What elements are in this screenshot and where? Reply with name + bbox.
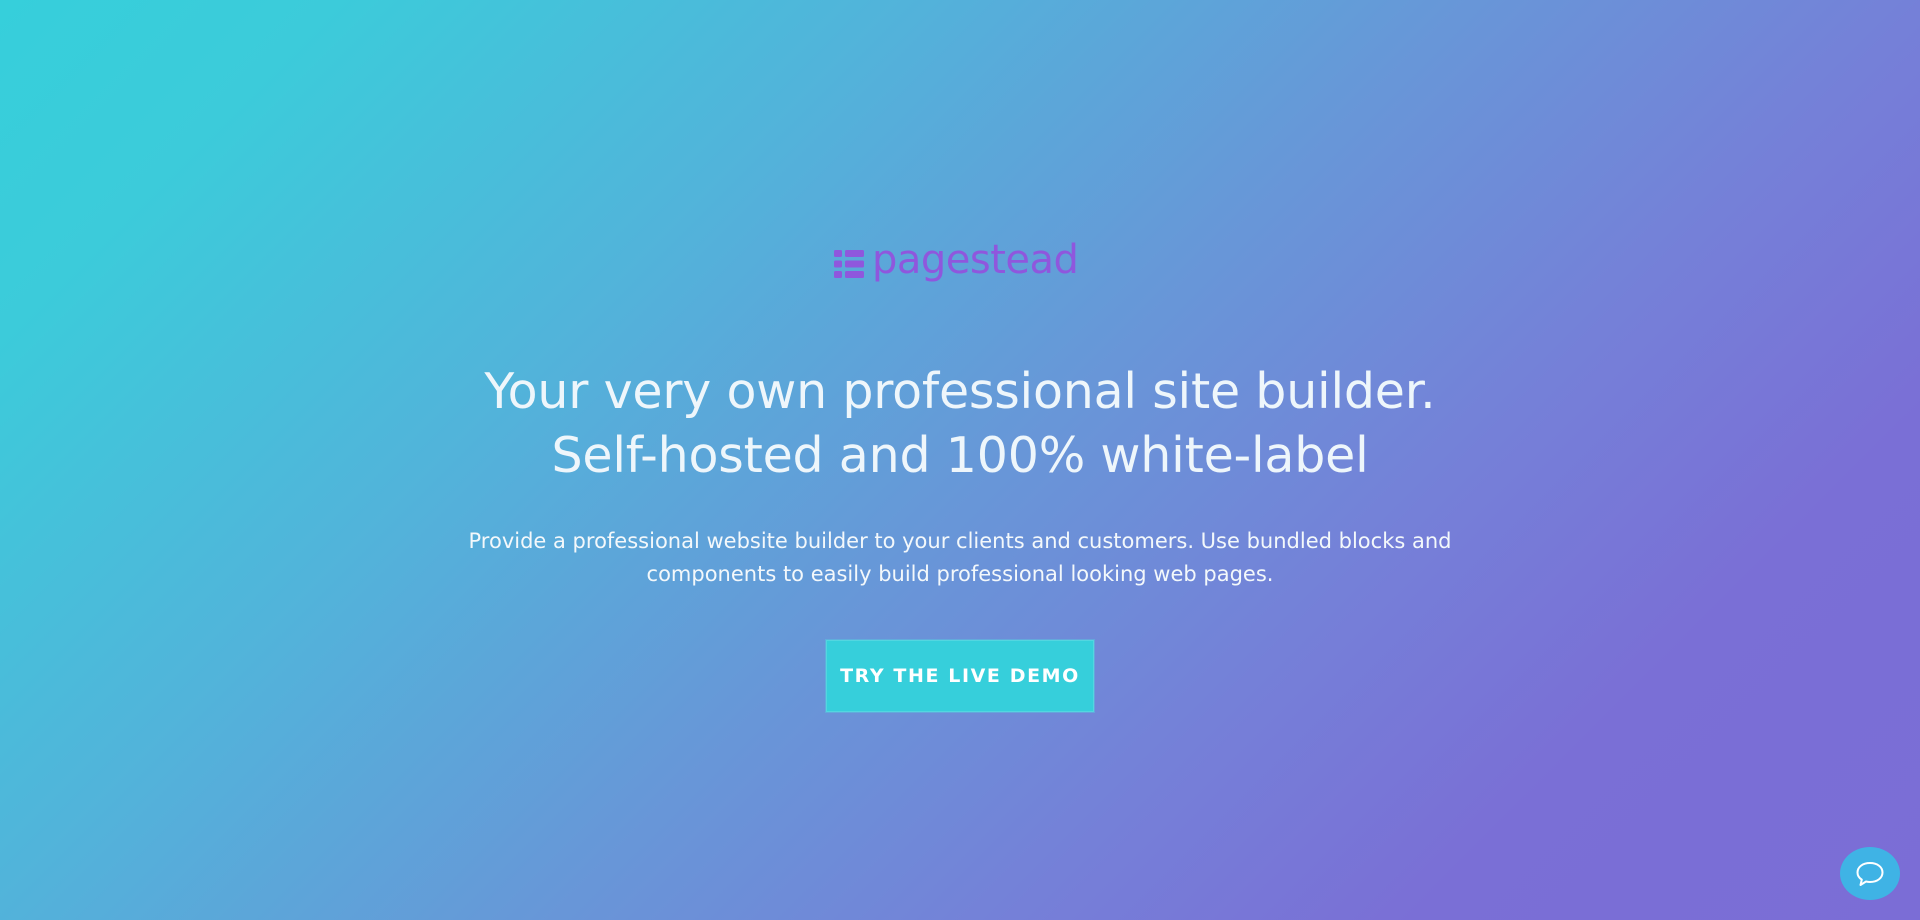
description-line-2: components to easily build professional … (646, 562, 1274, 586)
hero-headline: Your very own professional site builder.… (0, 360, 1920, 488)
chat-widget-button[interactable] (1840, 847, 1900, 900)
chat-bubble-icon (1856, 861, 1884, 886)
hero-description: Provide a professional website builder t… (0, 525, 1920, 591)
grid-blocks-icon (834, 250, 864, 278)
try-live-demo-button[interactable]: TRY THE LIVE DEMO (826, 640, 1094, 712)
headline-line-1: Your very own professional site builder. (484, 363, 1436, 420)
brand-name: pagestead (872, 237, 1079, 283)
brand-logo[interactable]: pagestead (834, 237, 1079, 288)
hero-section: pagestead Your very own professional sit… (0, 0, 1920, 920)
description-line-1: Provide a professional website builder t… (468, 529, 1452, 553)
headline-line-2: Self-hosted and 100% white-label (551, 427, 1369, 484)
